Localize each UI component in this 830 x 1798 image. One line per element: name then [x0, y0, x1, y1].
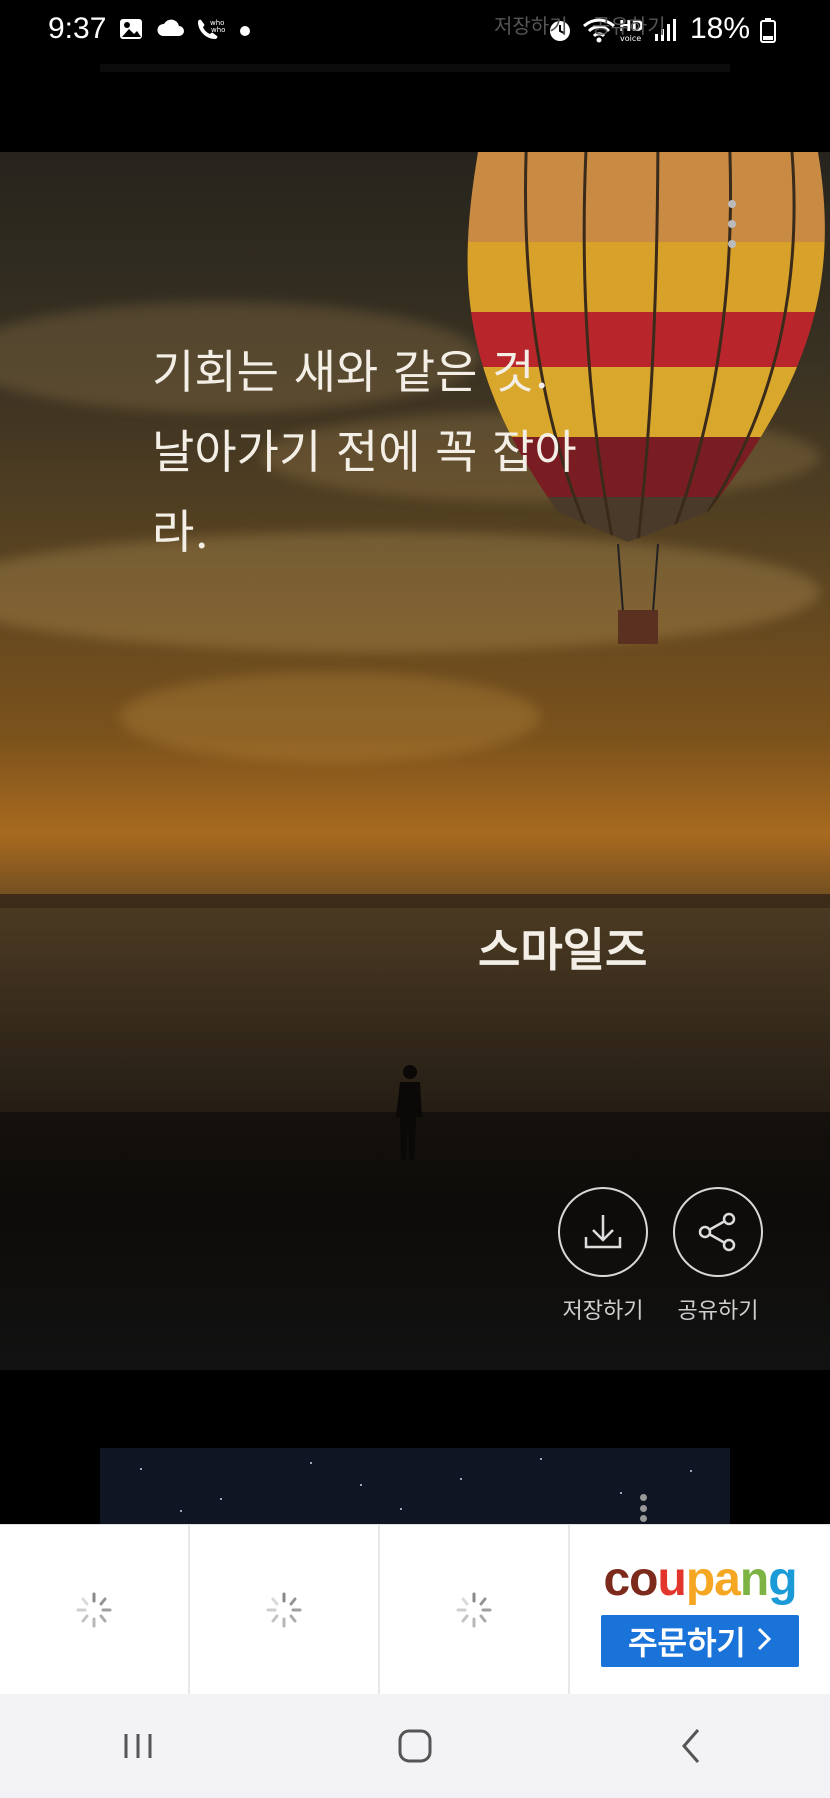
save-button[interactable]: 저장하기 [548, 1187, 658, 1325]
system-nav-bar [0, 1694, 830, 1798]
ghost-share-label: 공유하기 [591, 14, 666, 38]
ad-banner[interactable]: coupang 주문하기 [0, 1524, 830, 1695]
dot-icon [232, 16, 258, 42]
status-bar: 9:37 who who HD voice 18% [0, 0, 830, 64]
loading-spinner-icon [76, 1592, 112, 1628]
ad-slot-1[interactable] [0, 1525, 190, 1695]
home-icon [398, 1729, 432, 1763]
recent-apps-button[interactable] [98, 1706, 178, 1786]
quote-text: 기회는 새와 같은 것. 날아가기 전에 꼭 잡아 라. [152, 345, 577, 559]
status-time: 9:37 [48, 12, 107, 45]
horizon [0, 894, 830, 908]
whowho-call-icon: who who [194, 16, 226, 42]
next-quote-card[interactable] [100, 1448, 730, 1524]
home-button[interactable] [375, 1706, 455, 1786]
person-silhouette [396, 1065, 422, 1160]
back-icon [681, 1729, 699, 1763]
recent-apps-icon [124, 1734, 152, 1758]
order-button[interactable]: 주문하기 [601, 1615, 799, 1667]
quote-author: 스마일즈 [478, 923, 648, 977]
back-button[interactable] [652, 1706, 732, 1786]
loading-spinner-icon [266, 1592, 302, 1628]
order-label: 주문하기 [628, 1624, 746, 1662]
cloud-icon [156, 16, 185, 42]
battery-icon [760, 16, 786, 43]
save-label: 저장하기 [562, 1299, 644, 1324]
previous-card-actions: 저장하기 공유하기 [494, 10, 684, 39]
share-icon [673, 1187, 763, 1277]
chevron-right-icon [756, 1622, 772, 1660]
ad-slot-2[interactable] [190, 1525, 380, 1695]
download-icon [558, 1187, 648, 1277]
more-vertical-icon[interactable] [722, 200, 742, 248]
svg-text:who: who [211, 26, 225, 34]
sun-glow [120, 672, 540, 762]
coupang-ad[interactable]: coupang 주문하기 [570, 1525, 830, 1694]
ghost-save-label: 저장하기 [494, 14, 568, 38]
battery-percent: 18% [689, 12, 750, 45]
share-label: 공유하기 [677, 1299, 759, 1324]
loading-spinner-icon [456, 1592, 492, 1628]
share-button[interactable]: 공유하기 [663, 1187, 773, 1325]
coupang-logo: coupang [603, 1553, 797, 1606]
next-card-more-icon[interactable] [640, 1494, 650, 1522]
quote-card[interactable]: 기회는 새와 같은 것. 날아가기 전에 꼭 잡아 라. 스마일즈 저장하기 공… [0, 152, 830, 1370]
ad-slot-3[interactable] [380, 1525, 570, 1695]
gallery-icon [118, 16, 144, 42]
